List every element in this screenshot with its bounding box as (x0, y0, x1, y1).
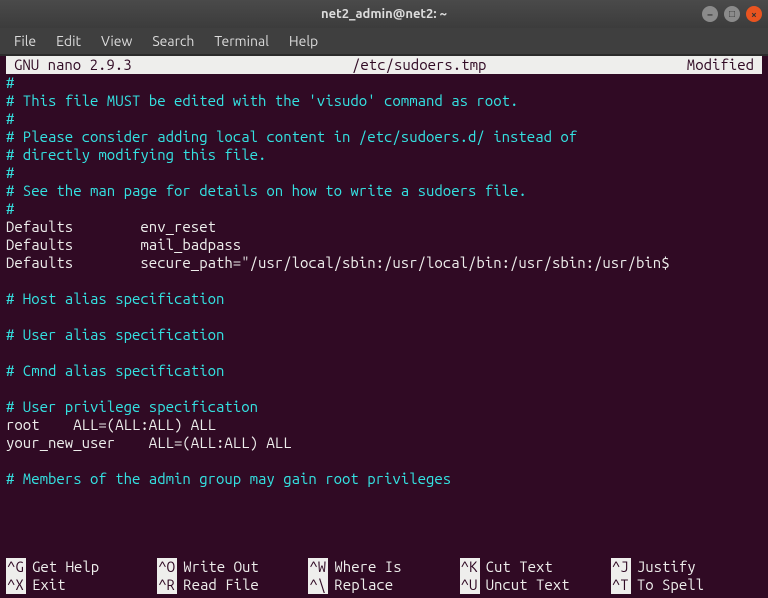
shortcut: ^R Read File (157, 576, 308, 594)
terminal[interactable]: GNU nano 2.9.3 /etc/sudoers.tmp Modified… (0, 56, 768, 598)
shortcut-key: ^J (611, 558, 631, 576)
shortcut-label: Justify (637, 558, 696, 576)
shortcut: ^O Write Out (157, 558, 308, 576)
editor-line[interactable]: # User privilege specification (6, 398, 762, 416)
shortcut-label: Replace (334, 576, 393, 594)
shortcut-label: Exit (32, 576, 66, 594)
editor-line[interactable]: root ALL=(ALL:ALL) ALL (6, 416, 762, 434)
editor-line[interactable]: # (6, 200, 762, 218)
editor-line[interactable]: # (6, 164, 762, 182)
nano-header: GNU nano 2.9.3 /etc/sudoers.tmp Modified (6, 56, 762, 74)
shortcut-key: ^T (611, 576, 631, 594)
shortcut: ^T To Spell (611, 576, 762, 594)
editor-line[interactable]: Defaults secure_path="/usr/local/sbin:/u… (6, 254, 762, 272)
nano-shortcuts: ^G Get Help ^O Write Out ^W Where Is ^K Cut Tex… (0, 558, 768, 598)
window-controls: – □ × (702, 6, 762, 22)
shortcut-label: To Spell (637, 576, 704, 594)
menu-terminal[interactable]: Terminal (206, 31, 277, 51)
editor-line[interactable]: # (6, 110, 762, 128)
shortcut-key: ^K (460, 558, 480, 576)
shortcut-label: Cut Text (486, 558, 553, 576)
editor-line[interactable]: # This file MUST be edited with the 'vis… (6, 92, 762, 110)
editor-line[interactable] (6, 380, 762, 398)
maximize-icon[interactable]: □ (724, 6, 740, 22)
editor-line[interactable]: Defaults env_reset (6, 218, 762, 236)
shortcut-label: Uncut Text (486, 576, 570, 594)
shortcut: ^\ Replace (308, 576, 459, 594)
editor-line[interactable]: # Members of the admin group may gain ro… (6, 470, 762, 488)
titlebar: net2_admin@net2: ~ – □ × (0, 0, 768, 28)
menu-edit[interactable]: Edit (48, 31, 89, 51)
nano-status: Modified (687, 56, 754, 74)
shortcut-row-1: ^G Get Help ^O Write Out ^W Where Is ^K Cut Tex… (6, 558, 762, 576)
editor-line[interactable]: # Host alias specification (6, 290, 762, 308)
menu-file[interactable]: File (6, 31, 44, 51)
shortcut: ^U Uncut Text (460, 576, 611, 594)
editor-line[interactable]: # directly modifying this file. (6, 146, 762, 164)
editor-line[interactable]: # See the man page for details on how to… (6, 182, 762, 200)
shortcut: ^G Get Help (6, 558, 157, 576)
editor-line[interactable]: # Please consider adding local content i… (6, 128, 762, 146)
shortcut: ^J Justify (611, 558, 762, 576)
shortcut-label: Get Help (32, 558, 99, 576)
editor-content[interactable]: ## This file MUST be edited with the 'vi… (0, 74, 768, 488)
editor-line[interactable]: # (6, 74, 762, 92)
shortcut-key: ^W (308, 558, 328, 576)
shortcut: ^K Cut Text (460, 558, 611, 576)
shortcut-key: ^U (460, 576, 480, 594)
shortcut-row-2: ^X Exit ^R Read File ^\ Replace ^U Uncut Text ^T… (6, 576, 762, 594)
nano-version: GNU nano 2.9.3 (14, 56, 152, 74)
editor-line[interactable] (6, 344, 762, 362)
shortcut-key: ^\ (308, 576, 328, 594)
menu-help[interactable]: Help (281, 31, 326, 51)
editor-line[interactable] (6, 452, 762, 470)
shortcut-label: Read File (183, 576, 259, 594)
editor-line[interactable]: your_new_user ALL=(ALL:ALL) ALL (6, 434, 762, 452)
menubar: File Edit View Search Terminal Help (0, 28, 768, 54)
window-title: net2_admin@net2: ~ (0, 7, 768, 21)
menu-view[interactable]: View (93, 31, 140, 51)
editor-line[interactable]: # User alias specification (6, 326, 762, 344)
editor-line[interactable] (6, 308, 762, 326)
menu-search[interactable]: Search (144, 31, 202, 51)
minimize-icon[interactable]: – (702, 6, 718, 22)
shortcut-key: ^G (6, 558, 26, 576)
shortcut-label: Where Is (334, 558, 401, 576)
shortcut-key: ^X (6, 576, 26, 594)
editor-line[interactable]: # Cmnd alias specification (6, 362, 762, 380)
shortcut: ^X Exit (6, 576, 157, 594)
shortcut: ^W Where Is (308, 558, 459, 576)
close-icon[interactable]: × (746, 6, 762, 22)
shortcut-key: ^O (157, 558, 177, 576)
shortcut-label: Write Out (183, 558, 259, 576)
editor-line[interactable] (6, 272, 762, 290)
nano-filepath: /etc/sudoers.tmp (152, 56, 687, 74)
editor-line[interactable]: Defaults mail_badpass (6, 236, 762, 254)
shortcut-key: ^R (157, 576, 177, 594)
